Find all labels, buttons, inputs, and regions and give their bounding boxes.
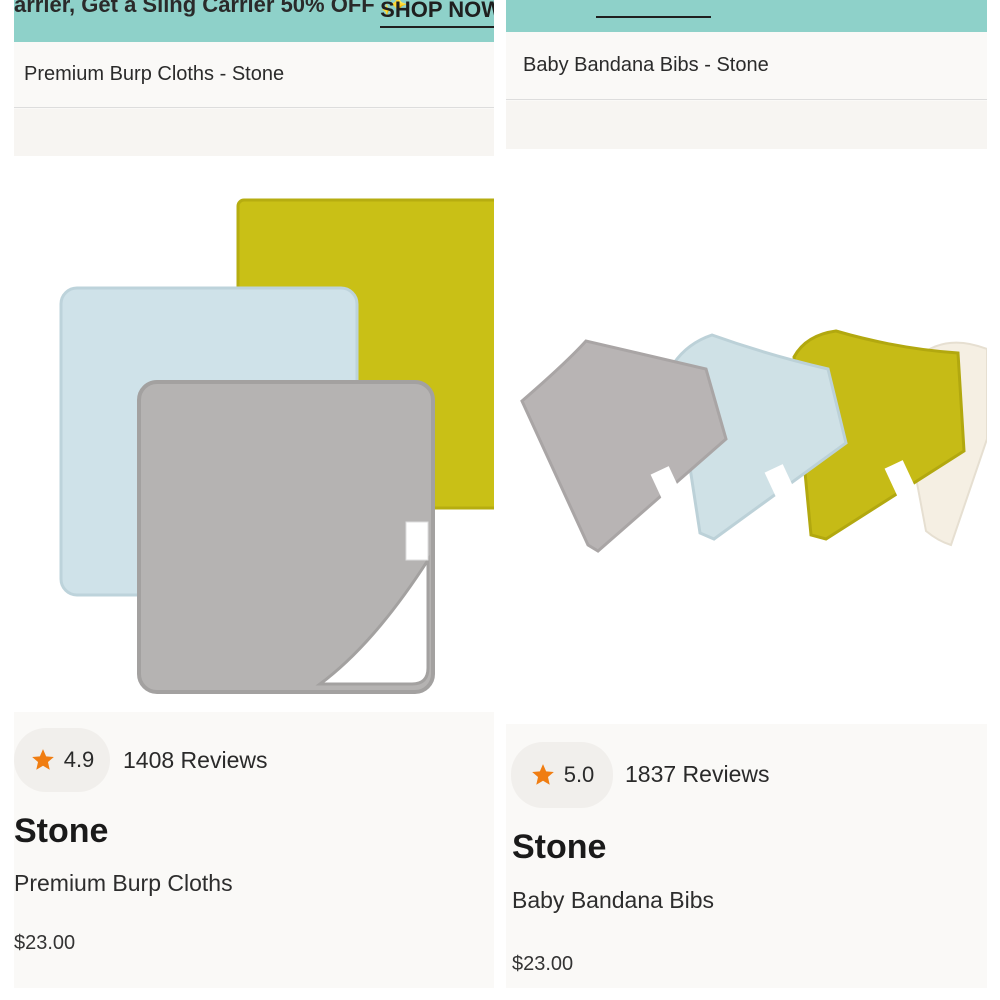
product-price: $23.00 [14,932,76,954]
product-panel-bandana-bibs: Baby Bandana Bibs - Stone 5.0 1837 Revie… [506,0,987,988]
spacer [14,109,494,156]
rating-value: 5.0 [563,762,595,787]
reviews-link[interactable]: 1837 Reviews [625,761,769,788]
bandana-bibs-illustration [520,329,987,553]
gray-bib [520,339,728,553]
rating-badge[interactable]: 4.9 [14,728,110,792]
product-name[interactable]: Baby Bandana Bibs [512,887,714,914]
star-icon [31,749,54,770]
burp-cloths-illustration [59,198,494,694]
promo-banner[interactable]: arrier, Get a Sling Carrier 50% OFF ✨ SH… [14,0,494,42]
product-image-burp-cloths[interactable] [14,156,494,712]
shop-now-link[interactable]: SHOP NOW [380,0,494,28]
brand-tag [405,521,429,561]
color-name: Stone [512,828,607,866]
product-name[interactable]: Premium Burp Cloths [14,870,233,897]
rating-badge[interactable]: 5.0 [511,742,613,808]
breadcrumb: Baby Bandana Bibs - Stone [506,32,987,100]
product-price: $23.00 [512,953,574,975]
star-icon [531,764,554,785]
product-image-bandana-bibs[interactable] [506,149,987,724]
shop-now-link[interactable] [596,13,711,18]
breadcrumb-text: Premium Burp Cloths - Stone [24,63,285,85]
rating-value: 4.9 [63,747,95,772]
breadcrumb-text: Baby Bandana Bibs - Stone [523,54,769,76]
color-name: Stone [14,812,109,850]
reviews-link[interactable]: 1408 Reviews [123,747,267,774]
promo-text: arrier, Get a Sling Carrier 50% OFF ✨ [14,0,409,17]
product-panel-burp-cloths: arrier, Get a Sling Carrier 50% OFF ✨ SH… [14,0,494,988]
breadcrumb: Premium Burp Cloths - Stone [14,42,494,108]
spacer [506,101,987,149]
promo-banner[interactable] [506,0,987,32]
